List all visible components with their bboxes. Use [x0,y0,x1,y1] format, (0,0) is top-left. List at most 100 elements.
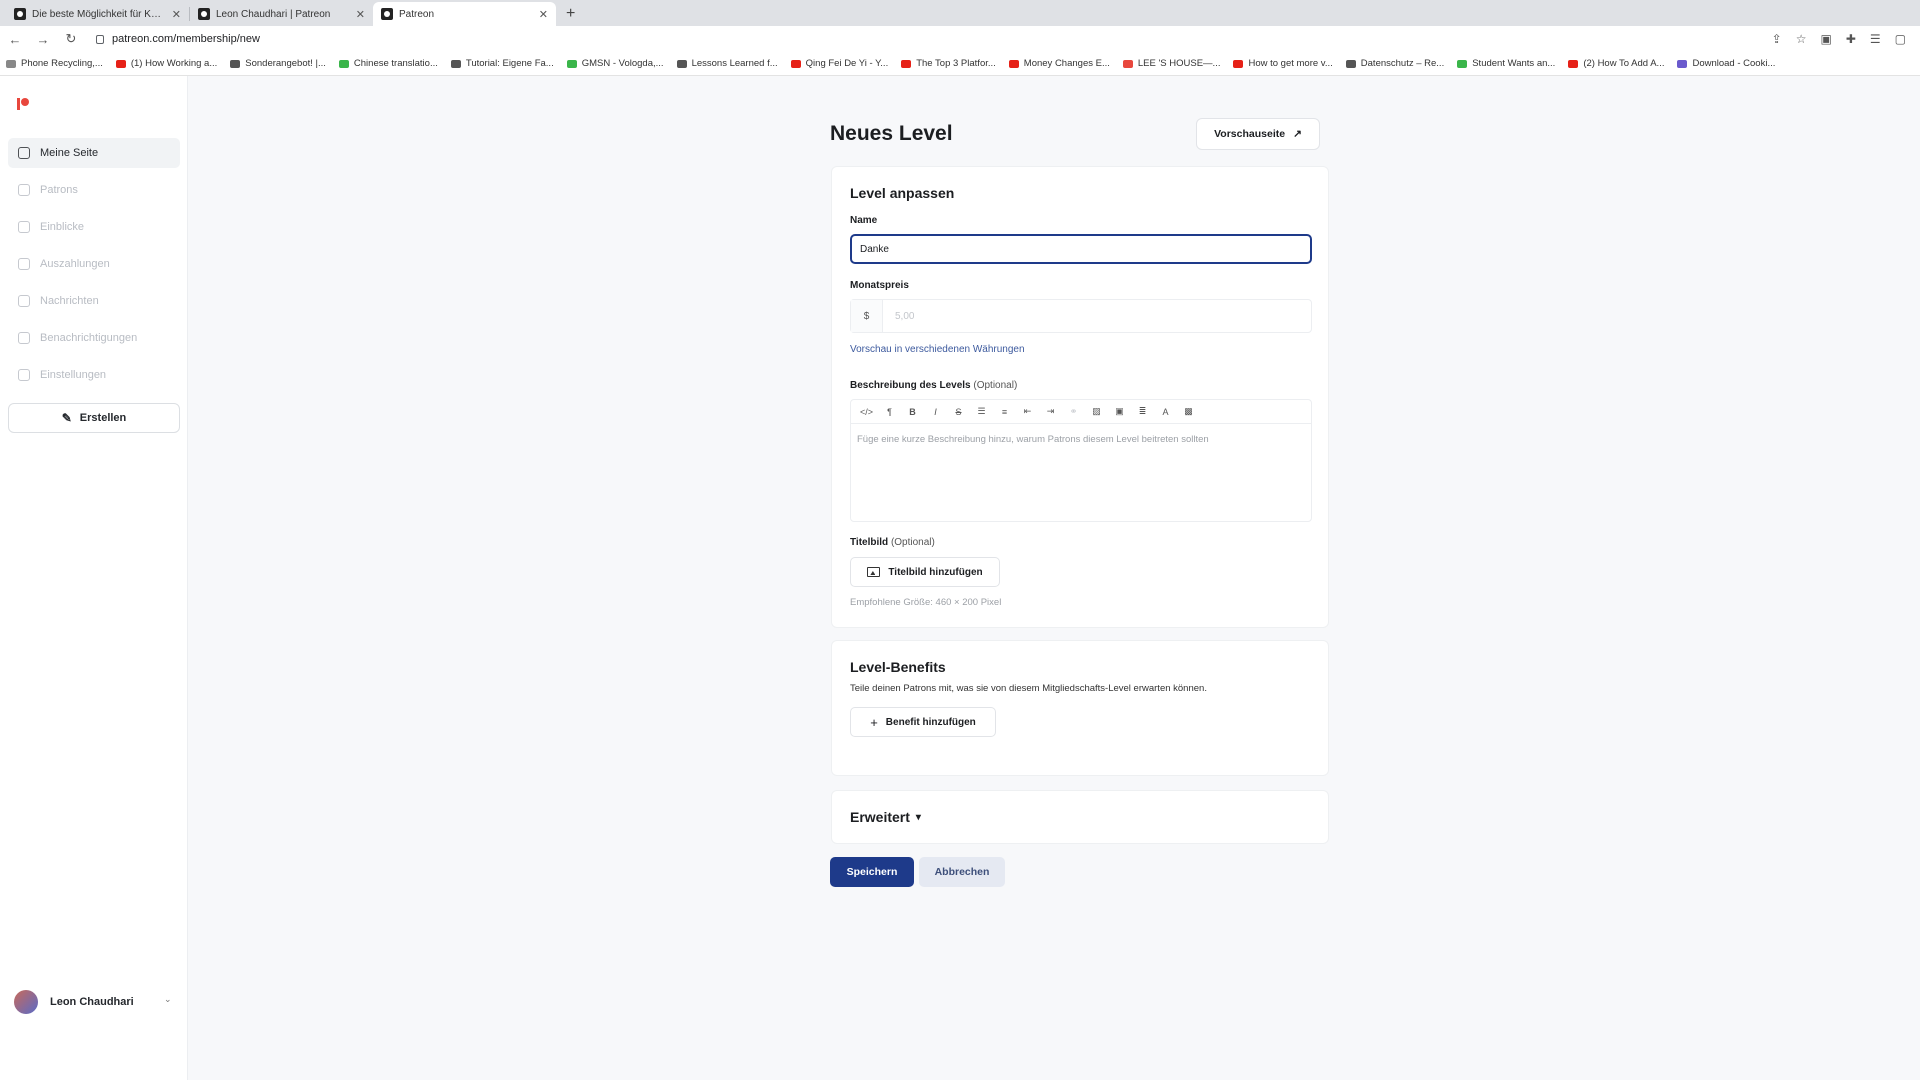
cover-image-label: Titelbild (Optional) [850,537,935,548]
close-icon[interactable]: ✕ [172,8,181,21]
video-icon[interactable]: ▣ [1112,404,1127,419]
address-bar[interactable]: patreon.com/membership/new [96,33,1758,45]
bookmark-item[interactable]: Tutorial: Eigene Fa... [450,58,554,69]
add-benefit-label: Benefit hinzufügen [885,716,976,728]
back-arrow-icon[interactable]: ← [8,32,22,47]
bookmark-label: The Top 3 Platfor... [916,58,996,69]
bookmark-item[interactable]: Student Wants an... [1457,58,1555,69]
bookmark-item[interactable]: GMSN - Vologda,... [566,58,664,69]
paragraph-icon[interactable]: ¶ [882,404,897,419]
edit-icon: ✎ [61,411,72,425]
link-icon[interactable]: ⚭ [1066,404,1081,419]
external-link-icon: ↗ [1293,128,1302,140]
browser-tab-1[interactable]: Die beste Möglichkeit für Kün... ✕ [6,2,189,26]
cancel-button[interactable]: Abbrechen [919,857,1005,887]
price-label: Monatspreis [850,280,909,291]
bookmark-item[interactable]: Chinese translatio... [338,58,438,69]
add-cover-image-button[interactable]: Titelbild hinzufügen [850,557,1000,587]
bookmark-item[interactable]: Sonderangebot! |... [230,58,326,69]
extension-icon[interactable]: ▣ [1820,32,1831,46]
preview-page-button[interactable]: Vorschauseite ↗ [1196,118,1320,150]
bookmark-star-icon[interactable]: ☆ [1796,32,1807,46]
browser-toolbar: ← → ↻ patreon.com/membership/new ⇪ ☆ ▣ ✚… [0,26,1920,52]
bookmark-label: Student Wants an... [1472,58,1556,69]
sidebar-item-einblicke[interactable]: Einblicke [8,212,180,242]
save-button[interactable]: Speichern [830,857,914,887]
code-icon[interactable]: </> [859,404,874,419]
bookmark-item[interactable]: Qing Fei De Yi - Y... [790,58,888,69]
close-icon[interactable]: ✕ [539,8,548,21]
optional-tag: (Optional) [890,537,935,548]
bold-icon[interactable]: B [905,404,920,419]
forward-arrow-icon[interactable]: → [36,32,50,47]
bookmark-label: (2) How To Add A... [1583,58,1665,69]
align-icon[interactable]: ≣ [1135,404,1150,419]
bookmark-item[interactable]: Download - Cooki... [1677,58,1775,69]
chevron-down-icon[interactable]: ⌄ [164,994,172,1005]
italic-icon[interactable]: I [928,404,943,419]
level-benefits-card: Level-Benefits Teile deinen Patrons mit,… [831,640,1329,776]
bookmark-favicon-icon [1677,59,1688,68]
user-name: Leon Chaudhari [50,996,134,1008]
create-button[interactable]: ✎ Erstellen [8,403,180,433]
bookmark-item[interactable]: (1) How Working a... [115,58,217,69]
puzzle-icon[interactable]: ✚ [1846,32,1856,46]
browser-tab-3[interactable]: Patreon ✕ [373,2,556,26]
bullet-list-icon[interactable]: ☰ [974,404,989,419]
tab-title: Patreon [399,8,435,20]
highlight-icon[interactable]: ▩ [1181,404,1196,419]
bookmark-item[interactable]: Money Changes E... [1008,58,1110,69]
browser-actions: ⇪ ☆ ▣ ✚ ☰ ▢ [1772,32,1906,46]
monthly-price-input[interactable] [883,300,1311,332]
sidebar-item-label: Einstellungen [40,369,107,381]
share-icon[interactable]: ⇪ [1772,32,1782,46]
sidebar-item-nachrichten[interactable]: Nachrichten [8,286,180,316]
indent-icon[interactable]: ⇥ [1043,404,1058,419]
bookmark-favicon-icon [566,59,577,68]
reading-list-icon[interactable]: ☰ [1870,32,1881,46]
level-name-input[interactable] [850,234,1312,264]
strikethrough-icon[interactable]: S [951,404,966,419]
bookmark-item[interactable]: Phone Recycling,... [6,58,103,69]
numbered-list-icon[interactable]: ≡ [997,404,1012,419]
user-menu[interactable]: Leon Chaudhari [14,990,134,1014]
bookmark-favicon-icon [1122,59,1133,68]
sidebar-item-meine-seite[interactable]: Meine Seite [8,138,180,168]
tab-title: Die beste Möglichkeit für Kün... [32,8,166,20]
advanced-toggle[interactable]: Erweitert ▾ [850,809,921,825]
sidebar-item-einstellungen[interactable]: Einstellungen [8,360,180,390]
bookmark-label: Money Changes E... [1023,58,1110,69]
side-panel-icon[interactable]: ▢ [1895,32,1906,46]
new-tab-icon[interactable]: + [566,5,575,23]
bookmark-item[interactable]: The Top 3 Platfor... [901,58,996,69]
name-label: Name [850,215,878,226]
message-icon [18,295,30,307]
currency-preview-link[interactable]: Vorschau in verschiedenen Währungen [850,344,1025,355]
patreon-favicon-icon [381,8,393,20]
bookmark-item[interactable]: How to get more v... [1233,58,1333,69]
description-textarea[interactable]: Füge eine kurze Beschreibung hinzu, waru… [851,424,1311,455]
sidebar-nav: Meine Seite Patrons Einblicke Auszahlung… [8,138,180,397]
bookmark-label: GMSN - Vologda,... [581,58,664,69]
sidebar-item-benachrichtigungen[interactable]: Benachrichtigungen [8,323,180,353]
gear-icon [18,369,30,381]
cover-size-hint: Empfohlene Größe: 460 × 200 Pixel [850,597,1002,608]
patreon-logo-icon[interactable] [17,98,31,112]
browser-tab-2[interactable]: Leon Chaudhari | Patreon ✕ [190,2,373,26]
bookmark-item[interactable]: Lessons Learned f... [676,58,778,69]
sidebar-item-patrons[interactable]: Patrons [8,175,180,205]
close-icon[interactable]: ✕ [356,8,365,21]
bookmark-item[interactable]: (2) How To Add A... [1568,58,1664,69]
editor-toolbar: </> ¶ B I S ☰ ≡ ⇤ ⇥ ⚭ ▨ ▣ ≣ A ▩ [851,400,1311,424]
image-icon[interactable]: ▨ [1089,404,1104,419]
outdent-icon[interactable]: ⇤ [1020,404,1035,419]
reload-icon[interactable]: ↻ [64,31,78,47]
add-benefit-button[interactable]: + Benefit hinzufügen [850,707,996,737]
bookmark-item[interactable]: Datenschutz – Re... [1345,58,1444,69]
description-editor: </> ¶ B I S ☰ ≡ ⇤ ⇥ ⚭ ▨ ▣ ≣ A ▩ Füge ein… [850,399,1312,522]
preview-button-label: Vorschauseite [1214,128,1286,140]
sidebar-item-auszahlungen[interactable]: Auszahlungen [8,249,180,279]
text-color-icon[interactable]: A [1158,404,1173,419]
bookmark-item[interactable]: LEE 'S HOUSE—... [1122,58,1220,69]
section-title: Level anpassen [850,185,955,201]
